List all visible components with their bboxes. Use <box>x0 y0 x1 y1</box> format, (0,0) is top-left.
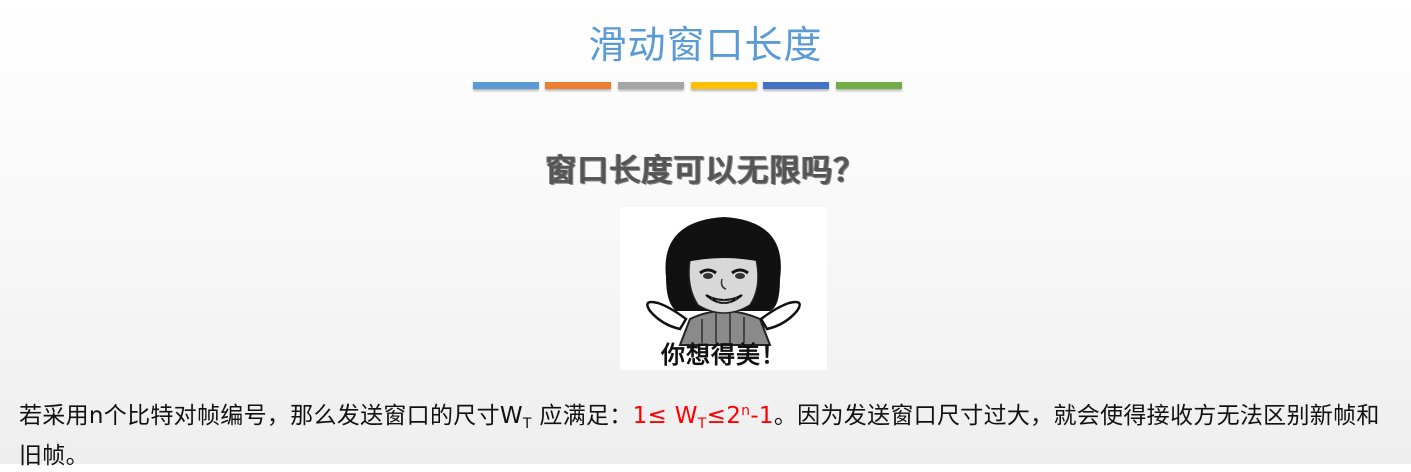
formula-subscript: T <box>697 416 707 432</box>
divider-segment <box>691 82 757 89</box>
slide-title: 滑动窗口长度 <box>588 23 823 67</box>
body-text-part2: 应满足： <box>531 403 633 429</box>
formula-superscript: n <box>741 403 751 419</box>
formula-part-c: -1 <box>750 403 774 429</box>
body-text-part1: 若采用n个比特对帧编号，那么发送窗口的尺寸W <box>19 403 523 429</box>
wt-subscript: T <box>522 416 532 432</box>
body-paragraph: 若采用n个比特对帧编号，那么发送窗口的尺寸WT 应满足：1≤ WT≤2n-1。因… <box>19 395 1394 472</box>
divider-segment <box>618 82 684 89</box>
divider-segment <box>545 82 611 89</box>
divider-segment <box>473 82 539 89</box>
meme-caption: 你想得美！ <box>661 341 786 369</box>
formula-part-a: 1≤ W <box>632 403 698 429</box>
window-size-formula: 1≤ WT≤2n-1 <box>632 403 774 432</box>
formula-part-b: ≤2 <box>706 403 742 429</box>
divider-segment <box>763 82 829 89</box>
divider-segment <box>836 82 902 89</box>
question-heading: 窗口长度可以无限吗？ <box>545 153 866 189</box>
meme-image: 你想得美！ <box>620 207 827 370</box>
